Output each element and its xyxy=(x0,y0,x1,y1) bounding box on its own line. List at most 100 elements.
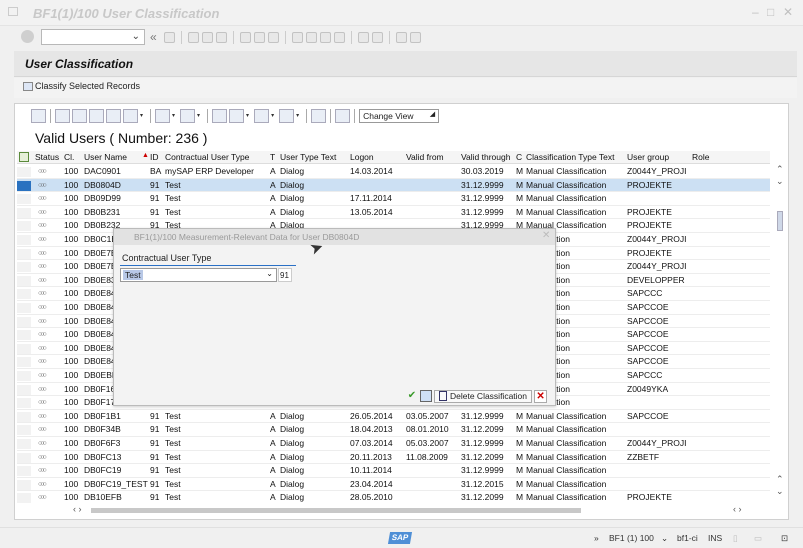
find-next-icon[interactable] xyxy=(106,108,121,123)
scroll-down-icon[interactable]: ⌄ xyxy=(776,176,784,187)
row-selector[interactable] xyxy=(17,439,31,449)
col-user-type-text[interactable]: User Type Text xyxy=(280,152,336,162)
row-selector[interactable] xyxy=(17,343,31,354)
find-icon[interactable] xyxy=(254,31,265,43)
layout-menu-icon[interactable] xyxy=(410,31,421,43)
col-user-group[interactable]: User group xyxy=(627,152,669,162)
system-info[interactable]: BF1 (1) 100 xyxy=(609,533,654,543)
table-row[interactable]: ○○○ 100 DB10EFB 91 Test A Dialog 28.05.2010 31.1… xyxy=(17,491,770,503)
details-icon[interactable] xyxy=(31,108,46,123)
row-selector[interactable] xyxy=(17,371,31,381)
col-t[interactable]: T xyxy=(270,152,275,162)
vertical-scrollbar[interactable]: ⌃ ⌄ ⌃ ⌄ xyxy=(772,164,788,504)
export-dropdown-icon[interactable]: ▾ xyxy=(271,112,274,119)
exit-icon[interactable] xyxy=(202,31,213,43)
total-dropdown-icon[interactable]: ▾ xyxy=(172,112,175,119)
row-selector[interactable] xyxy=(17,275,31,286)
row-selector[interactable] xyxy=(17,235,31,245)
col-valid-through[interactable]: Valid through xyxy=(461,152,510,162)
close-icon[interactable]: ✕ xyxy=(542,230,550,241)
scroll-down-icon[interactable]: ⌄ xyxy=(776,486,784,497)
minimize-button[interactable]: ‒ xyxy=(752,5,759,19)
select-all-icon[interactable] xyxy=(19,152,29,162)
col-valid-from[interactable]: Valid from xyxy=(406,152,444,162)
layout-icon[interactable] xyxy=(279,108,295,123)
row-selector[interactable] xyxy=(17,248,31,259)
row-selector[interactable] xyxy=(17,398,31,409)
row-selector[interactable] xyxy=(17,167,31,177)
previous-page-icon[interactable] xyxy=(306,31,317,43)
classify-selected-records-button[interactable]: Classify Selected Records xyxy=(23,81,140,91)
row-selector[interactable] xyxy=(17,452,31,463)
row-selector[interactable] xyxy=(17,384,31,395)
cancel-icon[interactable] xyxy=(216,31,227,43)
last-page-icon[interactable] xyxy=(334,31,345,43)
first-page-icon[interactable] xyxy=(292,31,303,43)
sort-ascending-icon[interactable] xyxy=(55,108,70,123)
table-row[interactable]: ○○○ 100 DB0804D 91 Test A Dialog 31.12.9999 M Man… xyxy=(17,178,770,193)
shortcut-icon[interactable] xyxy=(372,31,383,43)
chevron-down-icon[interactable]: ⌄ xyxy=(132,31,140,42)
col-classification-type-text[interactable]: Classification Type Text xyxy=(526,152,615,162)
subtotal-dropdown-icon[interactable]: ▾ xyxy=(197,112,200,119)
row-selector[interactable] xyxy=(17,207,31,218)
row-selector[interactable] xyxy=(17,316,31,327)
row-selector[interactable] xyxy=(17,221,31,232)
row-selector[interactable] xyxy=(17,357,31,368)
row-selector[interactable] xyxy=(17,194,31,205)
save-icon[interactable] xyxy=(420,390,432,402)
horizontal-scrollbar[interactable]: ‹ › ‹ › xyxy=(73,504,788,516)
table-row[interactable]: ○○○ 100 DB0F34B 91 Test A Dialog 18.04.2013 08.0… xyxy=(17,423,770,437)
collapse-toolbar-icon[interactable]: « xyxy=(150,31,161,43)
row-selector[interactable] xyxy=(17,289,31,300)
table-row[interactable]: ○○○ 100 DB0F6F3 91 Test A Dialog 07.03.2014 05.0… xyxy=(17,437,770,451)
table-row[interactable]: ○○○ 100 DAC0901 BA mySAP ERP Developer A Dialo… xyxy=(17,165,770,179)
table-row[interactable]: ○○○ 100 DB0FC19 91 Test A Dialog 10.11.2014 31.1… xyxy=(17,464,770,478)
find-next-icon[interactable] xyxy=(268,31,279,43)
chevron-down-icon[interactable]: ⌄ xyxy=(661,533,668,544)
dialog-titlebar[interactable]: BF1(1)/100 Measurement-Relevant Data for… xyxy=(114,229,555,245)
scroll-left-icon[interactable]: ‹ › xyxy=(73,504,82,514)
maximize-button[interactable]: □ xyxy=(767,5,774,19)
subtotal-icon[interactable] xyxy=(180,108,196,123)
export-icon[interactable] xyxy=(254,108,270,123)
row-selector[interactable] xyxy=(17,466,31,477)
table-row[interactable]: ○○○ 100 DB0FC13 91 Test A Dialog 20.11.2013 11.0… xyxy=(17,451,770,465)
row-selector[interactable] xyxy=(17,180,31,191)
scroll-up-icon[interactable]: ⌃ xyxy=(776,164,784,175)
scrollbar-thumb[interactable] xyxy=(777,211,783,231)
information-icon[interactable] xyxy=(335,108,351,123)
chevron-down-icon[interactable]: ⌄ xyxy=(266,269,273,278)
find-icon[interactable] xyxy=(89,108,104,123)
next-page-icon[interactable] xyxy=(320,31,331,43)
col-contractual-user-type[interactable]: Contractual User Type xyxy=(165,152,249,162)
scroll-right-icon[interactable]: ‹ › xyxy=(733,504,742,514)
row-selector[interactable] xyxy=(17,479,31,490)
row-selector[interactable] xyxy=(17,330,31,341)
help-icon[interactable] xyxy=(396,31,407,43)
filter-dropdown-icon[interactable]: ▾ xyxy=(140,112,143,119)
col-user-name[interactable]: User Name xyxy=(84,152,127,162)
col-logon[interactable]: Logon xyxy=(350,152,374,162)
row-selector[interactable] xyxy=(17,493,31,503)
new-session-icon[interactable] xyxy=(358,31,369,43)
command-field[interactable]: ⌄ xyxy=(41,29,145,45)
layout-dropdown-icon[interactable]: ▾ xyxy=(296,112,299,119)
contractual-user-type-select[interactable]: Test ⌄ xyxy=(120,268,277,282)
print-preview-icon[interactable] xyxy=(212,108,228,123)
save-icon[interactable] xyxy=(164,31,175,43)
row-selector[interactable] xyxy=(17,411,31,422)
col-role[interactable]: Role xyxy=(692,152,709,162)
table-row[interactable]: ○○○ 100 DB0F1B1 91 Test A Dialog 26.05.2014 03.0… xyxy=(17,410,770,424)
graphic-icon[interactable] xyxy=(311,108,327,123)
print-icon[interactable] xyxy=(240,31,251,43)
scroll-up-icon[interactable]: ⌃ xyxy=(776,474,784,485)
table-row[interactable]: ○○○ 100 DB0B231 91 Test A Dialog 13.05.2014 31.1… xyxy=(17,206,770,220)
col-id[interactable]: ID xyxy=(150,152,159,162)
table-row[interactable]: ○○○ 100 DB0FC19_TEST 91 Test A Dialog 23.04.201… xyxy=(17,478,770,492)
table-row[interactable]: ○○○ 100 DB09D99 91 Test A Dialog 17.11.2014 31.1… xyxy=(17,192,770,206)
col-client[interactable]: Cl. xyxy=(64,152,74,162)
back-icon[interactable] xyxy=(188,31,199,43)
views-icon[interactable] xyxy=(229,108,245,123)
expand-status-icon[interactable]: » xyxy=(594,533,599,543)
